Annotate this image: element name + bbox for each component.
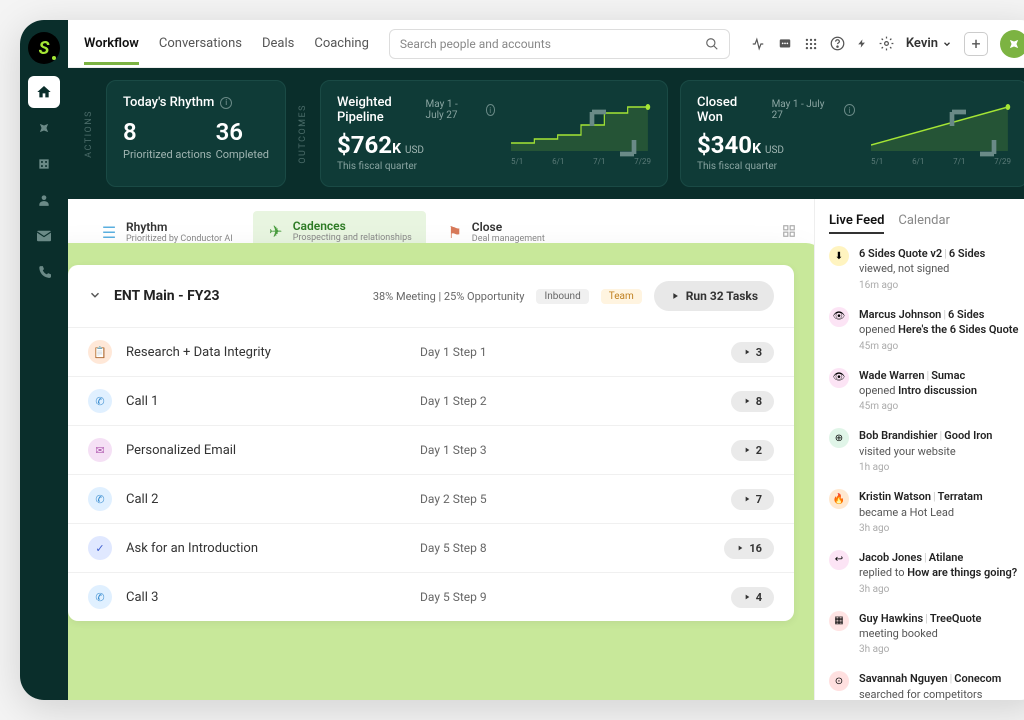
tab-coaching[interactable]: Coaching	[314, 22, 369, 65]
cadence-card: ENT Main - FY23 38% Meeting | 25% Opport…	[68, 265, 794, 621]
user-menu[interactable]: Kevin	[906, 36, 952, 51]
layout-icon[interactable]	[782, 223, 796, 242]
step-name: Research + Data Integrity	[126, 345, 406, 360]
feed-tab-live[interactable]: Live Feed	[829, 213, 884, 234]
feed-item[interactable]: 👁 Wade Warren|Sumacopened Intro discussi…	[829, 368, 1024, 415]
globe-icon: ⊕	[829, 428, 849, 448]
step-name: Ask for an Introduction	[126, 541, 406, 556]
feed-item[interactable]: ▦ Guy Hawkins|TreeQuotemeeting booked3h …	[829, 611, 1024, 658]
step-name: Personalized Email	[126, 443, 406, 458]
cadence-step[interactable]: 📋 Research + Data Integrity Day 1 Step 1…	[68, 327, 794, 376]
actions-label: ACTIONS	[84, 110, 94, 158]
step-count-button[interactable]: 7	[731, 489, 774, 510]
cadence-step[interactable]: ✆ Call 2 Day 2 Step 5 7	[68, 474, 794, 523]
step-count-button[interactable]: 3	[731, 342, 774, 363]
tab-conversations[interactable]: Conversations	[159, 22, 242, 65]
download-icon: ⬇	[829, 246, 849, 266]
info-icon[interactable]: i	[220, 97, 232, 109]
cal-icon: ▦	[829, 611, 849, 631]
feed-item[interactable]: ⊙ Savannah Nguyen|Conecomsearched for co…	[829, 671, 1024, 700]
avatar[interactable]	[1000, 30, 1024, 58]
nav-mail[interactable]	[28, 220, 60, 252]
live-feed: Live Feed Calendar ⬇ 6 Sides Quote v2|6 …	[814, 199, 1024, 700]
step-day: Day 1 Step 3	[420, 443, 717, 457]
step-count-button[interactable]: 16	[724, 538, 774, 559]
chat-icon[interactable]	[778, 37, 792, 51]
step-day: Day 5 Step 9	[420, 590, 717, 604]
bolt-icon[interactable]	[857, 36, 867, 51]
gear-icon[interactable]	[879, 36, 894, 51]
badge-team: Team	[601, 289, 642, 304]
step-day: Day 5 Step 8	[420, 541, 710, 555]
step-name: Call 1	[126, 394, 406, 409]
cadence-step[interactable]: ✆ Call 1 Day 1 Step 2 8	[68, 376, 794, 425]
sidebar: S	[20, 20, 68, 700]
help-icon[interactable]	[830, 36, 845, 51]
nav-phone[interactable]	[28, 256, 60, 288]
cadence-overlay: ENT Main - FY23 38% Meeting | 25% Opport…	[68, 243, 814, 700]
metrics-bar: ACTIONS Today's Rhythmi 8Prioritized act…	[68, 68, 1024, 199]
flag-icon: ⚑	[446, 225, 464, 239]
cadence-step[interactable]: ✉ Personalized Email Day 1 Step 3 2	[68, 425, 794, 474]
add-button[interactable]: +	[964, 32, 988, 56]
feed-tab-calendar[interactable]: Calendar	[898, 213, 950, 234]
info-icon[interactable]: i	[486, 104, 496, 116]
feed-item[interactable]: 🔥 Kristin Watson|Terratambecame a Hot Le…	[829, 489, 1024, 536]
rocket-icon: ✈	[267, 224, 285, 238]
nav-rocket[interactable]	[28, 112, 60, 144]
eye-icon: 👁	[829, 307, 849, 327]
list-icon: ☰	[100, 225, 118, 239]
feed-item[interactable]: 👁 Marcus Johnson|6 Sidesopened Here's th…	[829, 307, 1024, 354]
cadence-step[interactable]: ✆ Call 3 Day 5 Step 9 4	[68, 572, 794, 621]
grid-icon[interactable]	[804, 37, 818, 51]
search-icon	[705, 37, 719, 51]
outcomes-label: OUTCOMES	[298, 104, 308, 164]
cadence-stats: 38% Meeting | 25% Opportunity	[373, 290, 525, 303]
cadence-name: ENT Main - FY23	[114, 288, 361, 304]
tab-deals[interactable]: Deals	[262, 22, 294, 65]
expand-icon[interactable]	[945, 105, 1001, 165]
closedwon-card: Closed WonMay 1 - July 27i $340KUSD This…	[680, 80, 1024, 187]
tab-workflow[interactable]: Workflow	[84, 22, 139, 65]
flame-icon: 🔥	[829, 489, 849, 509]
reply-icon: ↩	[829, 550, 849, 570]
call-icon: ✆	[88, 389, 112, 413]
search-input[interactable]: Search people and accounts	[389, 29, 730, 59]
logo: S	[28, 32, 60, 64]
expand-icon[interactable]	[585, 105, 641, 165]
pipeline-card: Weighted PipelineMay 1 - July 27i $762KU…	[320, 80, 668, 187]
step-count-button[interactable]: 2	[731, 440, 774, 461]
intro-icon: ✓	[88, 536, 112, 560]
step-day: Day 1 Step 1	[420, 345, 717, 359]
step-count-button[interactable]: 8	[731, 391, 774, 412]
info-icon[interactable]: i	[844, 104, 855, 116]
nav-person[interactable]	[28, 184, 60, 216]
step-day: Day 2 Step 5	[420, 492, 717, 506]
research-icon: 📋	[88, 340, 112, 364]
activity-icon[interactable]	[750, 37, 766, 51]
run-tasks-button[interactable]: Run 32 Tasks	[654, 281, 774, 311]
nav-building[interactable]	[28, 148, 60, 180]
rhythm-card: Today's Rhythmi 8Prioritized actions 36C…	[106, 80, 286, 187]
step-name: Call 2	[126, 492, 406, 507]
nav-home[interactable]	[28, 76, 60, 108]
feed-item[interactable]: ↩ Jacob Jones|Atilanereplied to How are …	[829, 550, 1024, 597]
call-icon: ✆	[88, 487, 112, 511]
step-day: Day 1 Step 2	[420, 394, 717, 408]
search-icon: ⊙	[829, 671, 849, 691]
feed-item[interactable]: ⊕ Bob Brandishier|Good Ironvisited your …	[829, 428, 1024, 475]
feed-item[interactable]: ⬇ 6 Sides Quote v2|6 Sidesviewed, not si…	[829, 246, 1024, 293]
call-icon: ✆	[88, 585, 112, 609]
step-count-button[interactable]: 4	[731, 587, 774, 608]
chevron-down-icon[interactable]	[88, 287, 102, 306]
badge-inbound: Inbound	[536, 289, 588, 304]
step-name: Call 3	[126, 590, 406, 605]
cadence-step[interactable]: ✓ Ask for an Introduction Day 5 Step 8 1…	[68, 523, 794, 572]
eye-icon: 👁	[829, 368, 849, 388]
email-icon: ✉	[88, 438, 112, 462]
topbar: Workflow Conversations Deals Coaching Se…	[68, 20, 1024, 68]
